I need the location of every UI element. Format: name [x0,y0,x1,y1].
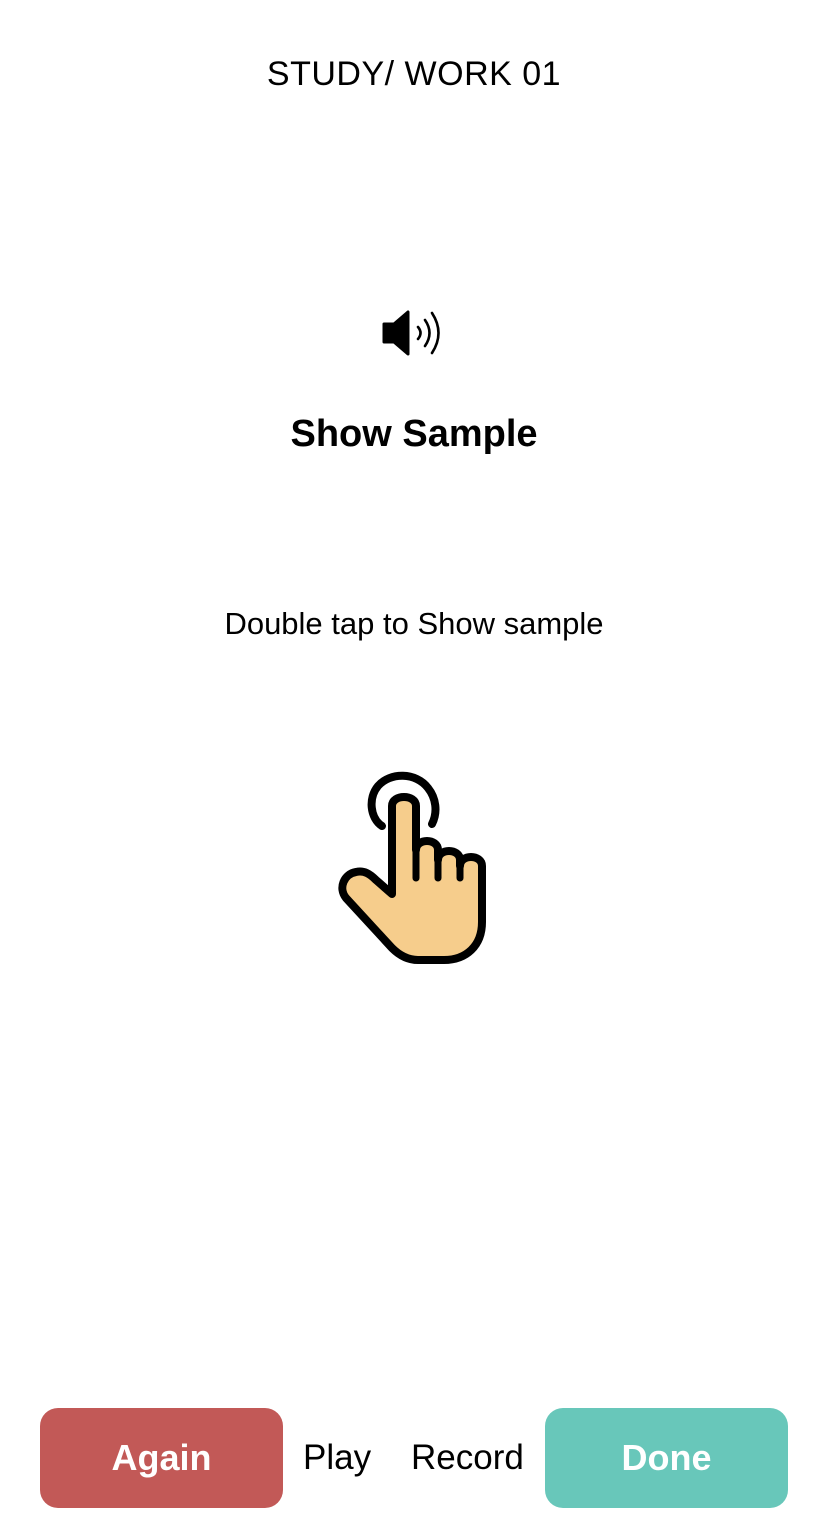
record-button[interactable]: Record [411,1408,524,1508]
bottom-toolbar: Again Play Record Done [0,1408,828,1508]
done-button[interactable]: Done [545,1408,788,1508]
double-tap-hint: Double tap to Show sample [224,606,604,641]
play-button[interactable]: Play [303,1408,371,1508]
tap-hand-icon[interactable] [334,768,510,972]
again-button[interactable]: Again [40,1408,283,1508]
show-sample-heading[interactable]: Show Sample [0,410,828,458]
speaker-icon[interactable] [380,308,448,358]
page-title: STUDY/ WORK 01 [266,55,562,93]
